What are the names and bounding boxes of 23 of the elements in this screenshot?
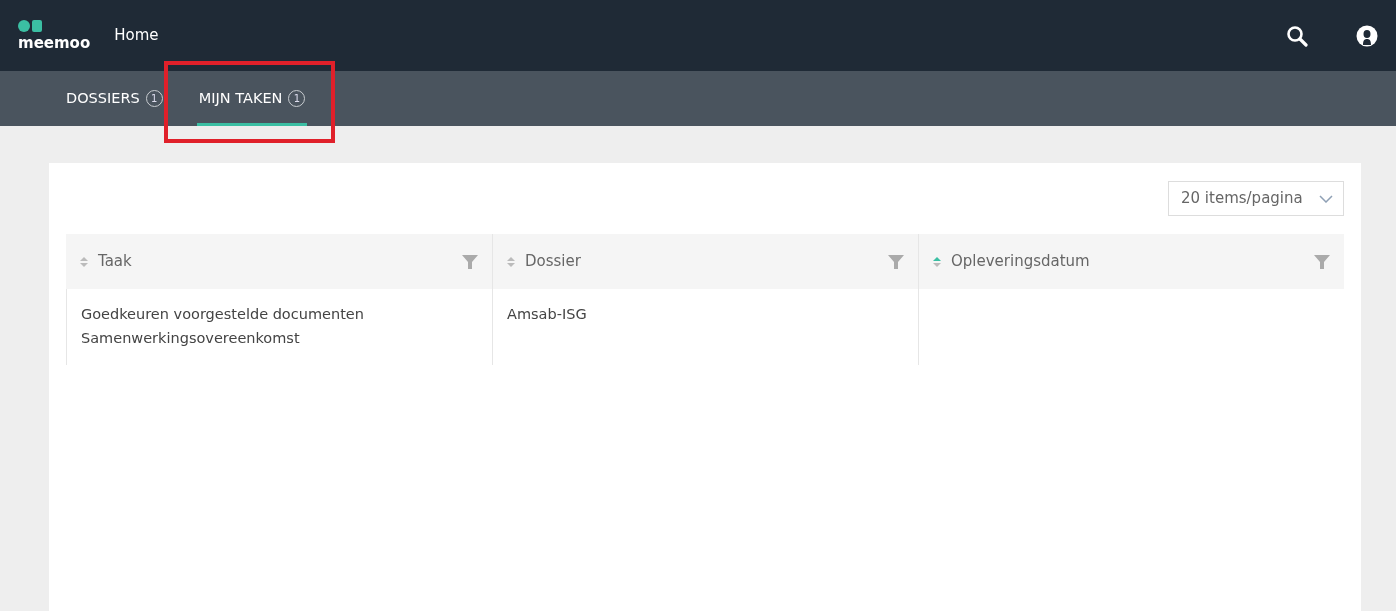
table-cell: Amsab-ISG [507, 306, 587, 322]
page-size-select[interactable]: 20 items/pagina [1168, 181, 1344, 216]
column-label: Opleveringsdatum [951, 251, 1090, 273]
logo-icon [18, 20, 42, 32]
page-title[interactable]: Home [114, 24, 159, 47]
sort-icon[interactable] [80, 255, 88, 268]
filter-icon[interactable] [888, 253, 904, 270]
column-header[interactable]: Taak [66, 234, 492, 289]
tab[interactable]: MIJN TAKEN 1 [180, 71, 324, 126]
logo-text: meemoo [18, 36, 91, 51]
filter-icon[interactable] [1314, 253, 1330, 270]
search-icon[interactable] [1286, 24, 1308, 47]
column-header[interactable]: Dossier [492, 234, 918, 289]
table-cell: Goedkeuren voorgestelde documenten Samenwerkingsovereenkomst [81, 306, 364, 346]
filter-icon[interactable] [462, 253, 478, 270]
column-label: Taak [98, 251, 132, 273]
tab[interactable]: DOSSIERS 1 [48, 71, 181, 126]
sort-icon[interactable] [933, 255, 941, 268]
avatar-icon[interactable] [1356, 24, 1378, 47]
chevron-down-icon [1319, 194, 1333, 203]
column-header[interactable]: Opleveringsdatum [918, 234, 1344, 289]
sort-icon[interactable] [507, 255, 515, 268]
column-label: Dossier [525, 251, 581, 273]
